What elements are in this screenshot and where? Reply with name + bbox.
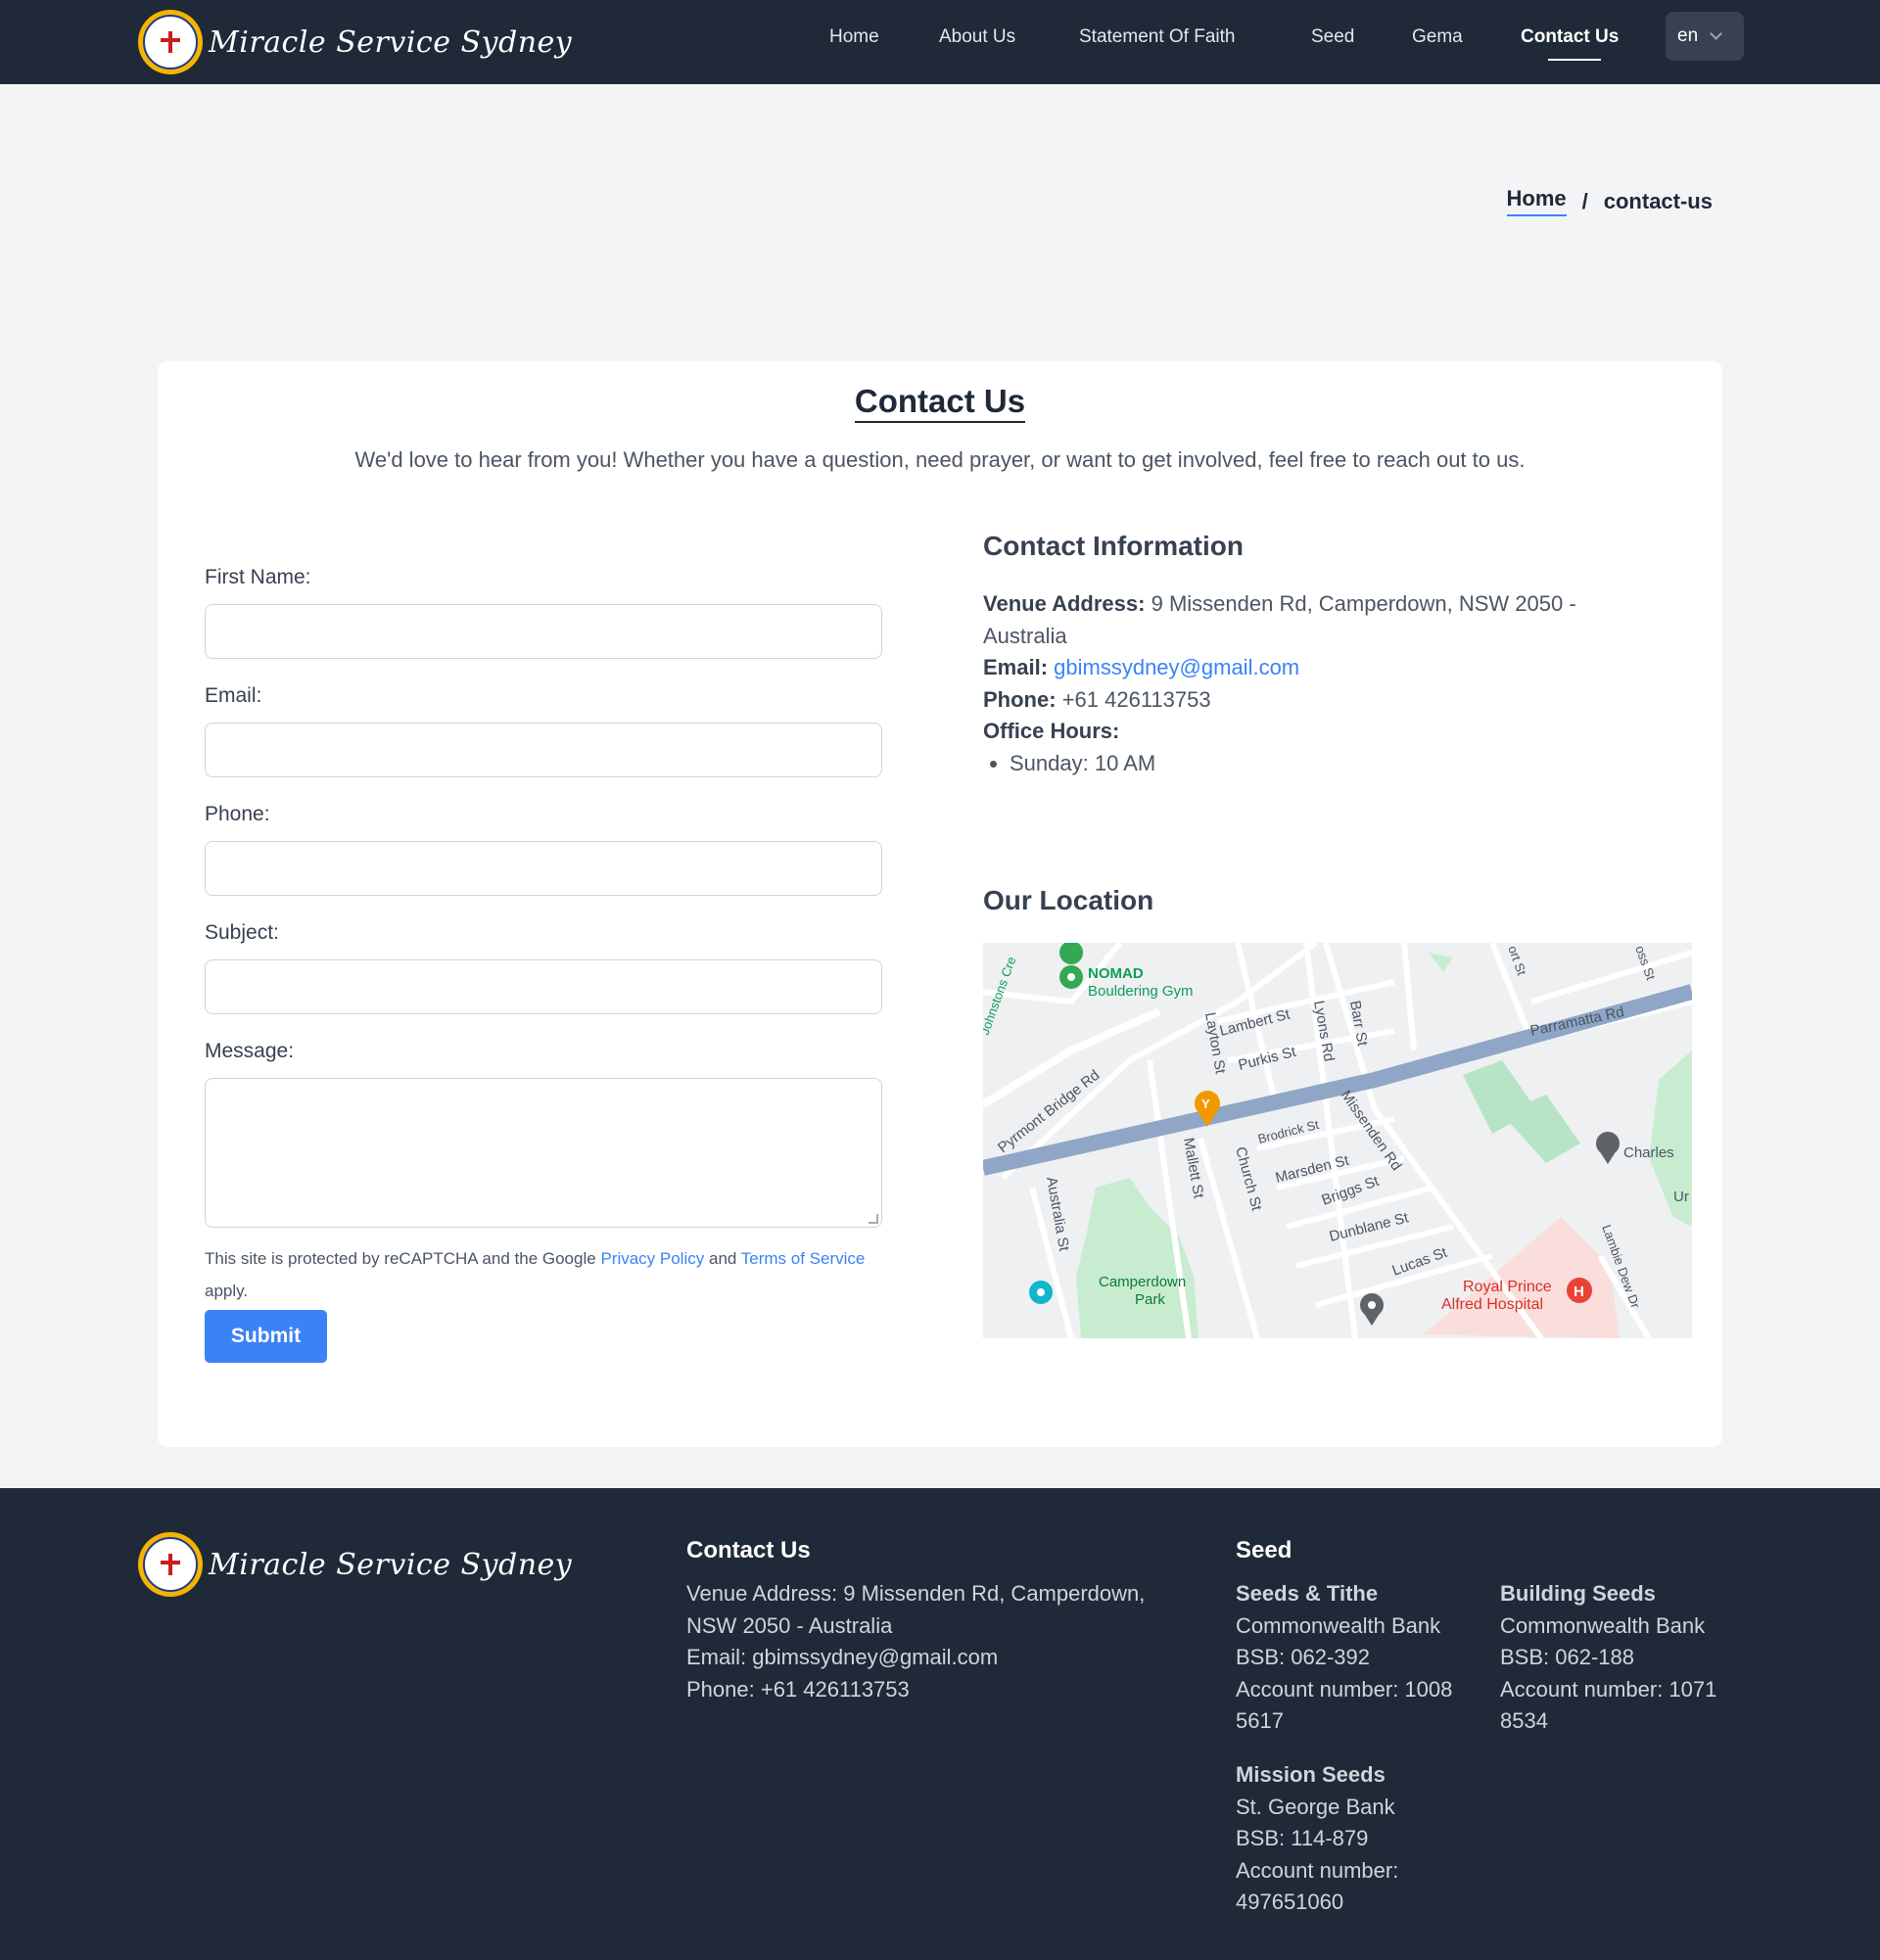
email-input[interactable] (205, 723, 882, 777)
recaptcha-notice: This site is protected by reCAPTCHA and … (205, 1242, 890, 1307)
office-hours-line: Office Hours: (983, 716, 1649, 748)
building-seeds-account: Account number: 1071 8534 (1500, 1676, 1717, 1734)
seeds-tithe-title: Seeds & Tithe (1236, 1581, 1379, 1606)
nav-item-home[interactable]: Home (829, 23, 879, 53)
footer-seeds-tithe: Seeds & Tithe Commonwealth Bank BSB: 062… (1236, 1578, 1480, 1738)
breadcrumb-home-link[interactable]: Home (1506, 186, 1567, 216)
terms-of-service-link[interactable]: Terms of Service (741, 1249, 866, 1268)
phone-line: Phone: +61 426113753 (983, 684, 1649, 717)
map-label-bouldering: Bouldering Gym (1088, 983, 1194, 1000)
mission-seeds-bank: St. George Bank (1236, 1794, 1395, 1819)
submit-button[interactable]: Submit (205, 1310, 327, 1363)
subject-label: Subject: (205, 921, 279, 944)
recaptcha-and-text: and (708, 1249, 737, 1268)
hospital-marker-icon[interactable]: H (1567, 1278, 1592, 1303)
phone-input[interactable] (205, 841, 882, 896)
site-footer: Miracle Service Sydney Contact Us Venue … (0, 1488, 1880, 1960)
footer-mission-seeds: Mission Seeds St. George Bank BSB: 114-8… (1236, 1759, 1480, 1919)
page-subtitle: We'd love to hear from you! Whether you … (354, 447, 1526, 472)
first-name-label: First Name: (205, 566, 311, 588)
footer-seed-title: Seed (1236, 1537, 1292, 1563)
svg-text:Y: Y (1201, 1097, 1210, 1111)
footer-venue: Venue Address: 9 Missenden Rd, Camperdow… (686, 1581, 1146, 1638)
nav-item-about-us[interactable]: About Us (939, 23, 1015, 53)
phone-info-label: Phone: (983, 686, 1057, 712)
building-seeds-bank: Commonwealth Bank (1500, 1612, 1706, 1638)
first-name-input[interactable] (205, 604, 882, 659)
venue-label: Venue Address: (983, 591, 1146, 616)
seeds-tithe-bank: Commonwealth Bank (1236, 1612, 1441, 1638)
chevron-down-icon (1710, 27, 1723, 40)
nav-item-contact-us[interactable]: Contact Us (1521, 23, 1619, 53)
email-label: Email: (205, 684, 262, 707)
contact-card: Contact Us We'd love to hear from you! W… (158, 361, 1722, 1447)
subject-input[interactable] (205, 959, 882, 1014)
location-map[interactable]: NOMAD Bouldering Gym Lambert St Purkis S… (983, 943, 1692, 1338)
map-label-camperdown-park-1: Camperdown (1099, 1274, 1186, 1290)
map-label-rpa-1: Royal Prince (1463, 1279, 1552, 1295)
message-label: Message: (205, 1040, 295, 1062)
mission-seeds-bsb: BSB: 114-879 (1236, 1826, 1369, 1850)
phone-value: +61 426113753 (1061, 686, 1211, 712)
footer-contact-title: Contact Us (686, 1537, 811, 1563)
map-label-camperdown-park-2: Park (1135, 1291, 1165, 1308)
recaptcha-text: This site is protected by reCAPTCHA and … (205, 1249, 596, 1268)
nav-item-seed[interactable]: Seed (1311, 23, 1354, 53)
seeds-tithe-bsb: BSB: 062-392 (1236, 1645, 1370, 1669)
email-link[interactable]: gbimssydney@gmail.com (1054, 655, 1299, 679)
active-nav-indicator (1548, 59, 1601, 61)
venue-address: Venue Address: 9 Missenden Rd, Camperdow… (983, 588, 1649, 652)
resize-handle-icon[interactable] (869, 1214, 878, 1224)
svg-text:H: H (1574, 1283, 1584, 1300)
recaptcha-suffix-text: apply. (205, 1282, 249, 1300)
office-hours-list: Sunday: 10 AM (983, 748, 1649, 780)
page-title: Contact Us (854, 383, 1026, 423)
breadcrumb-separator: / (1581, 188, 1588, 213)
footer-phone: Phone: +61 426113753 (686, 1676, 910, 1702)
email-info-label: Email: (983, 655, 1049, 679)
message-textarea[interactable] (205, 1078, 882, 1228)
language-value: en (1677, 25, 1699, 46)
map-label-ur: Ur (1673, 1189, 1689, 1205)
church-logo-icon (138, 1532, 203, 1597)
building-seeds-title: Building Seeds (1500, 1581, 1656, 1606)
breadcrumb-current: contact-us (1603, 188, 1713, 213)
mission-seeds-title: Mission Seeds (1236, 1762, 1386, 1787)
footer-building-seeds: Building Seeds Commonwealth Bank BSB: 06… (1500, 1578, 1745, 1738)
footer-email: Email: gbimssydney@gmail.com (686, 1645, 999, 1669)
map-label-nomad: NOMAD (1088, 965, 1144, 982)
contact-info-title: Contact Information (983, 531, 1244, 561)
footer-contact-details: Venue Address: 9 Missenden Rd, Camperdow… (686, 1578, 1196, 1705)
camperdown-park-marker-icon[interactable] (1029, 1281, 1053, 1304)
privacy-policy-link[interactable]: Privacy Policy (600, 1249, 704, 1268)
mission-seeds-account: Account number: 497651060 (1236, 1857, 1399, 1915)
seeds-tithe-account: Account number: 1008 5617 (1236, 1676, 1453, 1734)
office-hours-label: Office Hours: (983, 719, 1120, 743)
map-label-rpa-2: Alfred Hospital (1441, 1296, 1543, 1313)
office-hours-item: Sunday: 10 AM (1010, 748, 1649, 780)
building-seeds-bsb: BSB: 062-188 (1500, 1645, 1634, 1669)
map-label-charles: Charles (1623, 1144, 1674, 1161)
language-selector[interactable]: en (1666, 12, 1744, 61)
location-title: Our Location (983, 885, 1154, 915)
nav-item-statement-of-faith[interactable]: Statement Of Faith (1079, 23, 1235, 53)
phone-label: Phone: (205, 803, 270, 825)
breadcrumb: Home / contact-us (1506, 186, 1713, 216)
nav-item-gema[interactable]: Gema (1412, 23, 1463, 53)
top-navbar: Miracle Service Sydney Home About Us Sta… (0, 0, 1880, 84)
main-nav: Home About Us Statement Of Faith Seed Ge… (0, 0, 1880, 84)
footer-brand-name: Miracle Service Sydney (209, 1547, 573, 1582)
email-line: Email: gbimssydney@gmail.com (983, 652, 1649, 684)
footer-brand[interactable]: Miracle Service Sydney (138, 1532, 572, 1597)
